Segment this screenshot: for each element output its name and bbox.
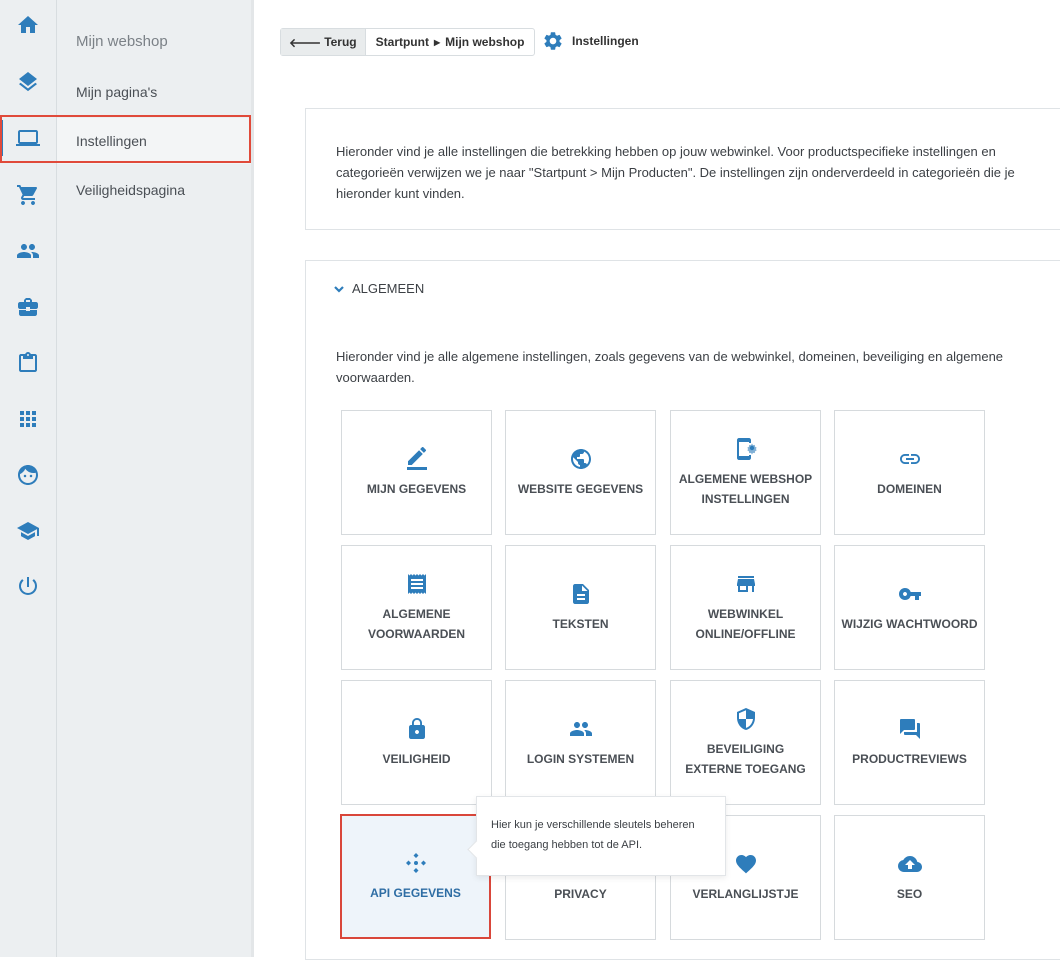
tile-webwinkel-online-offline[interactable]: WEBWINKEL ONLINE/OFFLINE xyxy=(670,545,821,670)
tile-veiligheid[interactable]: VEILIGHEID xyxy=(341,680,492,805)
tile-algemene-webshop-instellingen[interactable]: ALGEMENE WEBSHOP INSTELLINGEN xyxy=(670,410,821,535)
tile-label: VERLANGLIJSTJE xyxy=(692,886,799,901)
subnav-item-instellingen[interactable]: Instellingen xyxy=(57,118,251,164)
globe-icon xyxy=(570,448,591,469)
page-title: Instellingen xyxy=(542,28,639,54)
rail-briefcase[interactable] xyxy=(0,287,56,327)
rail-school[interactable] xyxy=(0,511,56,551)
rail-clipboard[interactable] xyxy=(0,343,56,383)
document-icon xyxy=(572,583,589,604)
api-icon xyxy=(405,852,426,873)
people-icon xyxy=(569,721,592,736)
home-icon xyxy=(18,16,38,33)
people-icon xyxy=(17,244,39,258)
arrow-left-icon: 🡐 xyxy=(289,35,322,50)
tile-login-systemen[interactable]: LOGIN SYSTEMEN xyxy=(505,680,656,805)
rail-laptop[interactable] xyxy=(0,118,56,158)
icon-rail xyxy=(0,0,57,957)
rail-cart[interactable] xyxy=(0,175,56,215)
subnav-item-label: Mijn webshop xyxy=(76,32,168,50)
tile-label: API GEGEVENS xyxy=(370,885,461,900)
tile-label: WIJZIG WACHTWOORD xyxy=(841,616,978,631)
rail-apps[interactable] xyxy=(0,399,56,439)
rail-face[interactable] xyxy=(0,455,56,495)
rail-home[interactable] xyxy=(0,5,56,45)
tile-beveiliging-externe-toegang[interactable]: BEVEILIGING EXTERNE TOEGANG xyxy=(670,680,821,805)
briefcase-icon xyxy=(18,298,38,316)
tile-website-gegevens[interactable]: WEBSITE GEGEVENS xyxy=(505,410,656,535)
tooltip-text: Hier kun je verschillende sleutels beher… xyxy=(491,819,695,851)
rail-layers[interactable] xyxy=(0,62,56,102)
receipt-icon xyxy=(407,573,426,594)
face-icon xyxy=(18,465,38,485)
chat-icon xyxy=(899,718,920,739)
tile-seo[interactable]: SEO xyxy=(834,815,985,940)
breadcrumb-startpunt[interactable]: Startpunt xyxy=(376,35,429,49)
laptop-icon xyxy=(16,130,40,146)
rail-power[interactable] xyxy=(0,566,56,606)
tile-label: TEKSTEN xyxy=(552,616,609,631)
tile-label: LOGIN SYSTEMEN xyxy=(526,751,635,766)
phone-settings-icon xyxy=(736,437,757,460)
breadcrumb: Startpunt ▶ Mijn webshop xyxy=(366,29,535,55)
tile-domeinen[interactable]: DOMEINEN xyxy=(834,410,985,535)
tile-label: PRIVACY xyxy=(554,886,607,901)
lock-icon xyxy=(408,717,425,739)
tile-mijn-gegevens[interactable]: MIJN GEGEVENS xyxy=(341,410,492,535)
subnav-item-label: Instellingen xyxy=(76,133,147,149)
tile-label: PRODUCTREVIEWS xyxy=(852,751,967,766)
edit-icon xyxy=(406,446,427,470)
sub-sidebar: Mijn webshop Mijn pagina's Instellingen … xyxy=(57,0,251,957)
chevron-down-icon xyxy=(334,285,344,293)
shield-icon xyxy=(736,707,755,730)
back-button-label: Terug xyxy=(324,35,357,49)
tile-label: DOMEINEN xyxy=(877,481,942,496)
tile-label: SEO xyxy=(896,886,923,901)
gear-icon xyxy=(544,32,562,50)
intro-text: Hieronder vind je alle instellingen die … xyxy=(336,144,1015,201)
sidebar-divider xyxy=(251,0,254,957)
tile-label: MIJN GEGEVENS xyxy=(366,481,467,496)
tile-label: ALGEMENE WEBSHOP INSTELLINGEN xyxy=(678,471,813,506)
tile-label: BEVEILIGING EXTERNE TOEGANG xyxy=(685,741,806,776)
back-button[interactable]: 🡐 Terug xyxy=(281,29,366,55)
tile-label: WEBWINKEL ONLINE/OFFLINE xyxy=(695,606,796,641)
cloud-upload-icon xyxy=(897,855,922,872)
subnav-item-label: Mijn pagina's xyxy=(76,84,158,100)
section-toggle[interactable]: ALGEMEEN xyxy=(332,281,424,296)
tile-label: WEBSITE GEGEVENS xyxy=(517,481,644,496)
layers-icon xyxy=(19,72,37,92)
tile-teksten[interactable]: TEKSTEN xyxy=(505,545,656,670)
section-title: ALGEMEEN xyxy=(352,281,425,296)
power-icon xyxy=(18,577,37,595)
caret-right-icon: ▶ xyxy=(433,37,441,47)
subnav-item-mijn-webshop[interactable]: Mijn webshop xyxy=(57,18,251,64)
breadcrumb-mijn-webshop[interactable]: Mijn webshop xyxy=(445,35,524,49)
tile-productreviews[interactable]: PRODUCTREVIEWS xyxy=(834,680,985,805)
tile-wijzig-wachtwoord[interactable]: WIJZIG WACHTWOORD xyxy=(834,545,985,670)
link-icon xyxy=(899,453,920,464)
cart-icon xyxy=(17,185,38,205)
api-tooltip: Hier kun je verschillende sleutels beher… xyxy=(476,796,726,876)
tile-api-gegevens[interactable]: API GEGEVENS xyxy=(340,814,491,939)
subnav-item-veiligheidspagina[interactable]: Veiligheidspagina xyxy=(57,167,251,213)
rail-people[interactable] xyxy=(0,231,56,271)
apps-grid-icon xyxy=(20,411,36,427)
subnav-item-label: Veiligheidspagina xyxy=(76,182,185,198)
section-description: Hieronder vind je alle algemene instelli… xyxy=(336,349,1004,385)
page-title-text: Instellingen xyxy=(572,34,639,48)
school-icon xyxy=(17,522,39,540)
store-icon xyxy=(736,575,755,592)
heart-icon xyxy=(735,854,756,873)
breadcrumb-bar: 🡐 Terug Startpunt ▶ Mijn webshop xyxy=(280,28,536,56)
key-icon xyxy=(898,587,921,600)
intro-panel: Hieronder vind je alle instellingen die … xyxy=(305,108,1060,230)
subnav-item-mijn-paginas[interactable]: Mijn pagina's xyxy=(57,69,251,115)
tile-label: ALGEMENE VOORWAARDEN xyxy=(367,606,466,641)
clipboard-icon xyxy=(19,352,37,372)
tile-algemene-voorwaarden[interactable]: ALGEMENE VOORWAARDEN xyxy=(341,545,492,670)
tile-label: VEILIGHEID xyxy=(382,751,451,766)
